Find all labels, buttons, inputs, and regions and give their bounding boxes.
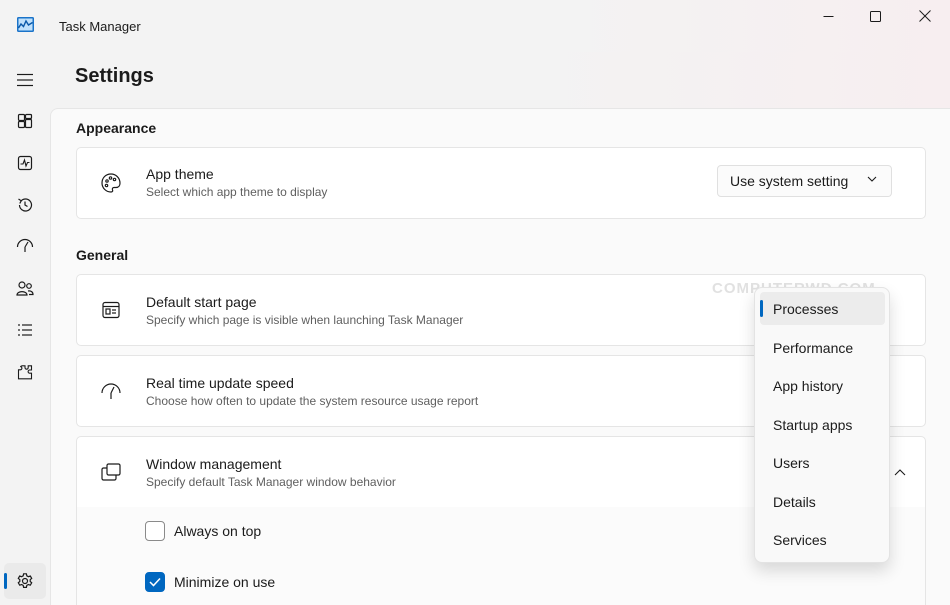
dropdown-option-performance[interactable]: Performance	[760, 331, 885, 364]
chevron-down-icon	[867, 176, 877, 182]
settings-gear-icon	[17, 573, 33, 588]
nav-item-processes[interactable]	[4, 103, 46, 139]
page-title: Settings	[75, 65, 154, 87]
start-page-icon	[99, 298, 123, 322]
windows-stack-icon	[99, 460, 123, 484]
checkmark-icon	[149, 577, 161, 587]
minimize-on-use-checkbox[interactable]	[145, 572, 165, 592]
nav-item-settings[interactable]	[4, 563, 46, 599]
title-bar: Task Manager	[0, 0, 950, 52]
task-manager-icon	[17, 17, 34, 32]
startup-apps-icon	[16, 238, 34, 252]
default-start-page-description: Specify which page is visible when launc…	[146, 313, 464, 327]
minimize-button[interactable]	[805, 4, 851, 28]
app-theme-title: App theme	[146, 166, 214, 182]
app-theme-card: App theme Select which app theme to disp…	[76, 147, 926, 219]
maximize-icon	[869, 10, 881, 22]
maximize-button[interactable]	[852, 4, 898, 28]
page-header: Settings	[50, 52, 950, 108]
close-button[interactable]	[902, 4, 948, 28]
start-page-dropdown: Processes Performance App history Startu…	[754, 287, 890, 563]
chevron-up-icon[interactable]	[894, 469, 906, 476]
app-theme-select-value: Use system setting	[730, 173, 849, 189]
close-icon	[919, 10, 931, 22]
palette-icon	[99, 171, 123, 195]
selected-indicator	[760, 300, 763, 317]
nav-menu-toggle[interactable]	[4, 62, 46, 98]
update-speed-description: Choose how often to update the system re…	[146, 394, 479, 408]
performance-icon	[17, 155, 33, 171]
window-management-description: Specify default Task Manager window beha…	[146, 475, 396, 489]
nav-item-app-history[interactable]	[4, 187, 46, 223]
nav-item-startup-apps[interactable]	[4, 228, 46, 264]
default-start-page-title: Default start page	[146, 294, 257, 310]
dropdown-option-startup-apps[interactable]: Startup apps	[760, 408, 885, 441]
minimize-on-use-option[interactable]: Minimize on use	[145, 572, 275, 592]
dropdown-option-app-history[interactable]: App history	[760, 369, 885, 402]
window-title: Task Manager	[59, 19, 141, 34]
always-on-top-checkbox[interactable]	[145, 521, 165, 541]
details-icon	[18, 324, 32, 336]
services-icon	[17, 365, 33, 380]
always-on-top-label: Always on top	[174, 523, 262, 539]
app-theme-description: Select which app theme to display	[146, 185, 328, 199]
section-label-appearance: Appearance	[76, 120, 157, 136]
nav-item-details[interactable]	[4, 312, 46, 348]
nav-item-performance[interactable]	[4, 145, 46, 181]
section-label-general: General	[76, 247, 129, 263]
update-speed-title: Real time update speed	[146, 375, 294, 391]
dropdown-option-processes[interactable]: Processes	[760, 292, 885, 325]
always-on-top-option[interactable]: Always on top	[145, 521, 261, 541]
dropdown-option-services[interactable]: Services	[760, 523, 885, 556]
app-theme-select[interactable]: Use system setting	[717, 165, 892, 197]
dropdown-option-details[interactable]: Details	[760, 485, 885, 518]
users-icon	[16, 280, 34, 296]
nav-item-services[interactable]	[4, 354, 46, 390]
minimize-icon	[823, 15, 833, 17]
speedometer-icon	[99, 379, 123, 403]
hamburger-menu-icon	[17, 73, 33, 87]
dropdown-option-users[interactable]: Users	[760, 446, 885, 479]
active-indicator	[4, 573, 7, 589]
window-management-title: Window management	[146, 456, 282, 472]
nav-item-users[interactable]	[4, 270, 46, 306]
app-history-icon	[18, 198, 33, 212]
processes-icon	[17, 113, 33, 129]
navigation-rail	[0, 52, 50, 605]
minimize-on-use-label: Minimize on use	[174, 574, 276, 590]
